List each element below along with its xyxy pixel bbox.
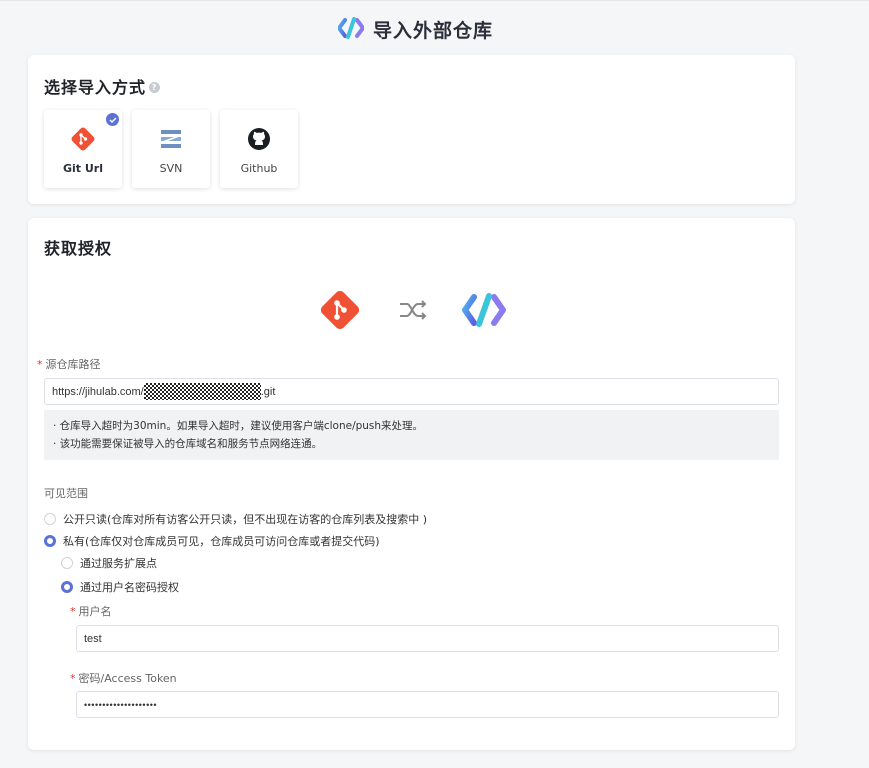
password-label: * 密码/Access Token — [70, 672, 177, 685]
import-notice: · 仓库导入超时为30min。如果导入超时，建议使用客户端clone/push来… — [44, 410, 779, 460]
password-input[interactable]: •••••••••••••••••••• — [76, 691, 779, 718]
auth-icons — [318, 288, 506, 336]
page-header: 导入外部仓库 — [0, 0, 869, 50]
page-title: 导入外部仓库 — [373, 20, 494, 42]
header-title-group: 导入外部仓库 — [337, 16, 494, 43]
method-label: Github — [240, 162, 278, 175]
jihulab-logo-icon — [462, 292, 506, 332]
visibility-label: 可见范围 — [44, 487, 88, 500]
git-icon — [318, 288, 362, 336]
import-method-options: Git Url SVN Github — [44, 110, 308, 188]
method-option-git-url[interactable]: Git Url — [44, 110, 122, 188]
shuffle-icon — [398, 298, 428, 326]
radio-private[interactable]: 私有(仓库仅对仓库成员可见，仓库成员可访问仓库或者提交代码) — [44, 533, 380, 549]
radio-circle[interactable] — [61, 557, 73, 569]
username-input[interactable]: test — [76, 625, 779, 652]
git-icon — [70, 126, 96, 152]
radio-circle[interactable] — [44, 513, 56, 525]
radio-public[interactable]: 公开只读(仓库对所有访客公开只读，但不出现在访客的仓库列表及搜索中 ) — [44, 511, 427, 527]
notice-line: · 该功能需要保证被导入的仓库域名和服务节点网络连通。 — [53, 438, 323, 450]
method-option-svn[interactable]: SVN — [132, 110, 210, 188]
auth-title: 获取授权 — [44, 239, 113, 258]
repo-path-label: * 源仓库路径 — [37, 358, 101, 371]
svn-icon — [160, 126, 182, 152]
username-label: * 用户名 — [70, 605, 112, 618]
jihulab-logo-icon — [337, 16, 365, 43]
import-method-title: 选择导入方式 — [44, 78, 147, 97]
method-option-github[interactable]: Github — [220, 110, 298, 188]
check-icon — [106, 113, 119, 126]
method-label: Git Url — [62, 162, 103, 175]
import-method-heading: 选择导入方式? — [44, 74, 161, 98]
method-label: SVN — [159, 162, 183, 175]
help-circle-icon[interactable]: ? — [149, 82, 161, 93]
repo-path-input[interactable]: https://jihulab.com/.git — [44, 378, 779, 405]
radio-username-password[interactable]: 通过用户名密码授权 — [61, 579, 179, 595]
github-icon — [247, 126, 271, 152]
redacted-mask — [143, 383, 261, 400]
radio-circle[interactable] — [44, 535, 56, 547]
import-method-card: 选择导入方式? Git Url SVN Github — [28, 55, 795, 204]
radio-service-extension[interactable]: 通过服务扩展点 — [61, 555, 157, 571]
notice-line: · 仓库导入超时为30min。如果导入超时，建议使用客户端clone/push来… — [53, 420, 424, 432]
auth-card: 获取授权 * 源仓库路径 https://jihulab.com/ .git ·… — [28, 218, 795, 750]
radio-circle[interactable] — [61, 581, 73, 593]
